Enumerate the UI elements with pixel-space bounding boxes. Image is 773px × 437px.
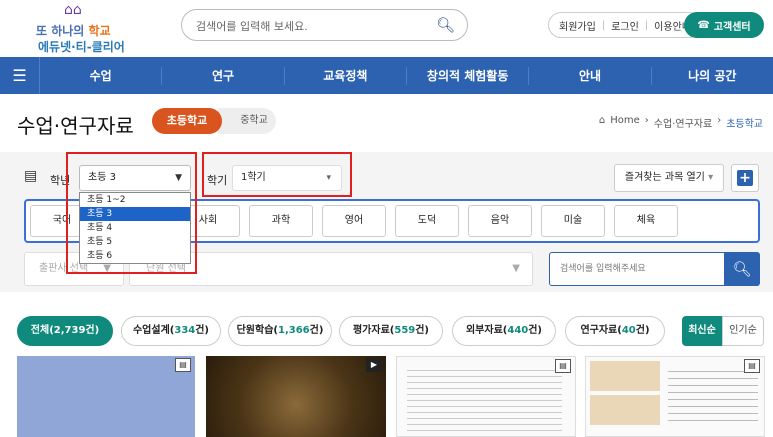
category-tab-external[interactable]: 외부자료(440건)	[452, 316, 556, 346]
semester-label: 학기	[207, 174, 228, 187]
subject-button[interactable]: 음악	[468, 205, 532, 237]
add-subject-button[interactable]: +	[731, 164, 759, 192]
plus-icon: +	[737, 170, 753, 186]
category-tab-unit-study[interactable]: 단원학습(1,366건)	[228, 316, 332, 346]
site-search-input[interactable]: 검색어를 입력해 보세요. 🔍︎	[181, 9, 468, 41]
grade-label: 학년	[50, 174, 71, 187]
category-tab-lesson-design[interactable]: 수업설계(334건)	[121, 316, 221, 346]
headset-icon: ☎	[697, 19, 710, 31]
grade-option[interactable]: 초등 6	[80, 249, 190, 263]
nav-item-research[interactable]: 연구	[162, 66, 285, 85]
nav-item-policy[interactable]: 교육정책	[285, 66, 407, 85]
account-links: 회원가입 | 로그인 | 이용안내	[548, 12, 702, 38]
logo-line2: 에듀넷·티-클리어	[38, 40, 125, 54]
video-icon: ▶	[366, 358, 382, 372]
logo-line1-a: 또 하나의	[36, 24, 85, 38]
nav-item-myspace[interactable]: 나의 공간	[652, 67, 773, 85]
site-logo[interactable]: ⌂⌂ 또 하나의 학교 에듀넷·티-클리어	[36, 2, 136, 54]
grade-select[interactable]: 초등 3 ▼	[79, 165, 191, 191]
breadcrumb-home[interactable]: Home	[610, 115, 640, 130]
subject-button[interactable]: 영어	[322, 205, 386, 237]
grade-options-list: 초등 1~2 초등 3 초등 4 초등 5 초등 6	[79, 192, 191, 264]
caret-down-icon: ▾	[326, 173, 331, 183]
search-icon[interactable]: 🔍︎	[436, 16, 455, 34]
subject-button[interactable]: 체육	[614, 205, 678, 237]
category-tab-assessment[interactable]: 평가자료(559건)	[339, 316, 443, 346]
logo-line1-b: 학교	[88, 24, 111, 38]
semester-select[interactable]: 1학기 ▾	[232, 165, 342, 191]
publisher-placeholder: 출판사 선택	[39, 263, 89, 274]
document-icon: ▤	[175, 358, 191, 372]
page-title: 수업·연구자료	[17, 114, 134, 138]
sort-popular-button[interactable]: 인기순	[722, 316, 764, 346]
grade-option[interactable]: 초등 5	[80, 235, 190, 249]
breadcrumb: ⌂ Home › 수업·연구자료 › 초등학교	[598, 115, 763, 130]
search-icon: 🔍︎	[732, 260, 752, 278]
keyword-placeholder: 검색어를 입력해주세요	[560, 264, 646, 274]
support-button[interactable]: ☎ 고객센터	[684, 12, 764, 38]
search-button[interactable]: 🔍︎	[724, 252, 760, 286]
tab-elementary-school[interactable]: 초등학교	[152, 108, 222, 134]
house-icon: ⌂⌂	[64, 2, 82, 18]
keyword-search-input[interactable]: 검색어를 입력해주세요	[549, 252, 725, 286]
breadcrumb-current[interactable]: 초등학교	[726, 115, 763, 130]
tab-middle-school[interactable]: 중학교	[218, 108, 276, 134]
favorite-subjects-label: 즐겨찾는 과목 열기	[624, 172, 705, 183]
support-label: 고객센터	[713, 21, 751, 33]
unit-placeholder: 단원 선택	[146, 263, 186, 274]
document-preview	[407, 365, 562, 435]
thumbnail-card[interactable]: ▶	[206, 356, 386, 437]
category-tab-all[interactable]: 전체(2,739건)	[17, 316, 113, 346]
sort-latest-button[interactable]: 최신순	[682, 316, 722, 346]
caret-down-icon: ▼	[512, 263, 520, 274]
menu-icon[interactable]: ☰	[0, 57, 40, 94]
nav-item-class[interactable]: 수업	[40, 66, 163, 85]
cartoon-preview	[590, 361, 660, 391]
nav-item-activities[interactable]: 창의적 체험활동	[407, 66, 530, 85]
document-icon: ▤	[555, 359, 571, 373]
top-header: ⌂⌂ 또 하나의 학교 에듀넷·티-클리어 검색어를 입력해 보세요. 🔍︎ 회…	[0, 0, 773, 56]
subject-button[interactable]: 도덕	[395, 205, 459, 237]
category-tab-research[interactable]: 연구자료(40건)	[565, 316, 665, 346]
home-icon: ⌂	[598, 115, 606, 126]
login-link[interactable]: 로그인	[611, 18, 639, 33]
grade-option[interactable]: 초등 4	[80, 221, 190, 235]
document-icon: ▤	[744, 359, 760, 373]
favorite-subjects-button[interactable]: 즐겨찾는 과목 열기 ▾	[614, 164, 724, 192]
thumbnail-card[interactable]: ▤	[17, 356, 195, 437]
semester-value: 1학기	[241, 172, 266, 183]
document-icon: ▤	[24, 168, 38, 184]
caret-down-icon: ▾	[708, 172, 714, 183]
subject-button[interactable]: 과학	[249, 205, 313, 237]
caret-down-icon: ▼	[175, 173, 182, 183]
grade-option-selected[interactable]: 초등 3	[80, 207, 190, 221]
document-preview	[668, 365, 758, 425]
signup-link[interactable]: 회원가입	[559, 18, 596, 33]
main-nav: ☰ 수업 연구 교육정책 창의적 체험활동 안내 나의 공간	[0, 57, 773, 94]
grade-value: 초등 3	[88, 172, 116, 183]
thumbnail-card[interactable]: ▤	[396, 356, 576, 437]
grade-option[interactable]: 초등 1~2	[80, 193, 190, 207]
thumbnail-card[interactable]: ▤	[585, 356, 765, 437]
subject-button[interactable]: 미술	[541, 205, 605, 237]
site-search-placeholder: 검색어를 입력해 보세요.	[196, 20, 308, 33]
nav-item-info[interactable]: 안내	[529, 66, 652, 85]
cartoon-preview	[590, 395, 660, 425]
breadcrumb-section[interactable]: 수업·연구자료	[654, 115, 712, 130]
